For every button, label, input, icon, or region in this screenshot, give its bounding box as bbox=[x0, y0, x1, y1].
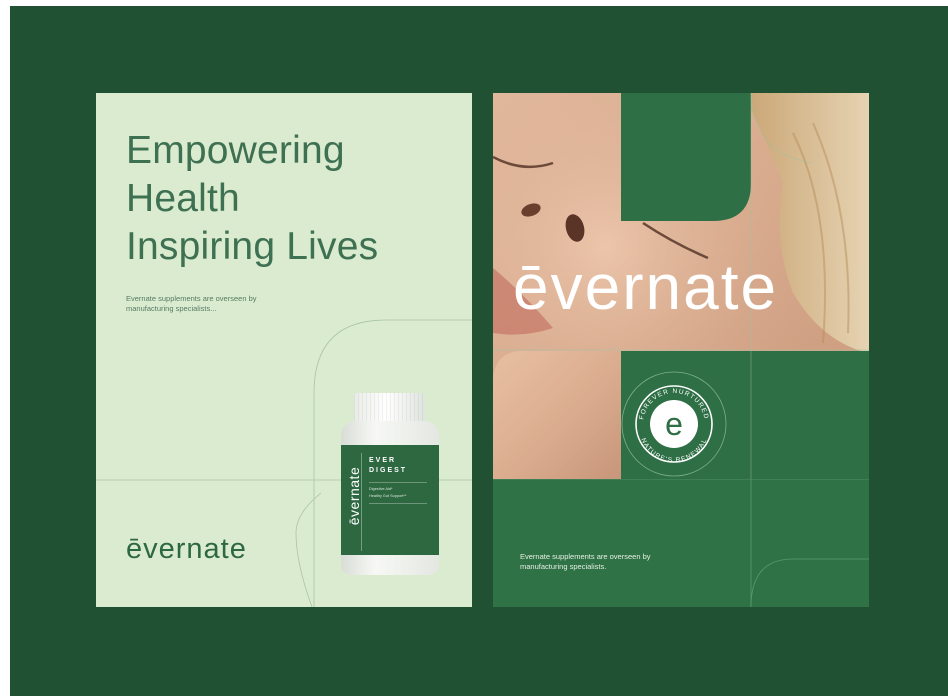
headline-line-2: Health bbox=[126, 177, 240, 220]
bottle-product-name-1: EVER bbox=[369, 457, 397, 464]
bottle-label-divider bbox=[361, 453, 362, 551]
evernate-wordmark-right: ēvernate bbox=[513, 251, 779, 323]
right-poster: ēvernate FOREVER NURTURED NATURE'S RENEW… bbox=[493, 93, 869, 607]
headline: Empowering Health Inspiring Lives bbox=[126, 127, 378, 271]
headline-line-3: Inspiring Lives bbox=[126, 225, 379, 268]
bottle-detail-2: Healthy Gut Support** bbox=[369, 494, 407, 498]
lower-panel-lines bbox=[493, 479, 869, 607]
seal-letter: e bbox=[665, 406, 683, 442]
nature-seal-badge: FOREVER NURTURED NATURE'S RENEWAL e bbox=[621, 371, 727, 477]
supplement-bottle: ēvernate EVER DIGEST Digestive Aid* Heal… bbox=[341, 393, 439, 578]
bottle-detail-1: Digestive Aid* bbox=[369, 487, 393, 491]
left-body-text: Evernate supplements are overseen by man… bbox=[126, 294, 257, 313]
right-body-text: Evernate supplements are overseen by man… bbox=[520, 552, 651, 571]
bottle-product-name-2: DIGEST bbox=[369, 467, 408, 474]
left-poster: Empowering Health Inspiring Lives Everna… bbox=[96, 93, 472, 607]
bottle-label-rule bbox=[369, 482, 427, 483]
bottle-label: ēvernate EVER DIGEST Digestive Aid* Heal… bbox=[341, 445, 439, 555]
bottle-label-rule bbox=[369, 503, 427, 504]
headline-line-1: Empowering bbox=[126, 129, 345, 172]
evernate-wordmark-left: ēvernate bbox=[126, 533, 247, 565]
